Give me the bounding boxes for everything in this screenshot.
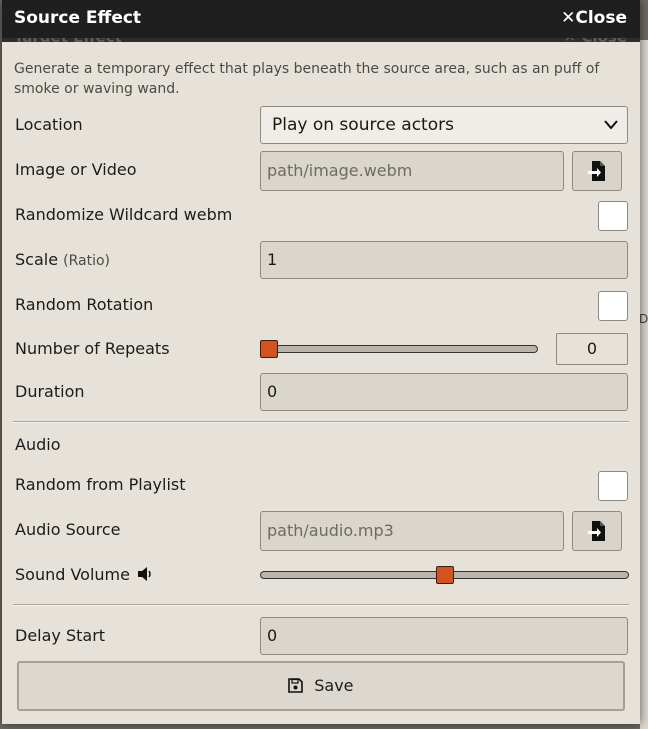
rotation-checkbox[interactable]: [598, 291, 628, 321]
image-file-picker-button[interactable]: [572, 151, 622, 191]
dialog-description: Generate a temporary effect that plays b…: [14, 61, 600, 97]
delay-input[interactable]: 0: [260, 617, 628, 655]
repeats-label: Number of Repeats: [15, 339, 170, 358]
close-button[interactable]: ✕Close: [561, 8, 627, 28]
volume-slider-thumb[interactable]: [435, 566, 454, 584]
section-divider: [13, 604, 629, 606]
rotation-label: Random Rotation: [15, 295, 154, 314]
audio-file-picker-button[interactable]: [572, 511, 622, 551]
scale-label: Scale (Ratio): [15, 250, 110, 269]
location-label: Location: [15, 115, 83, 134]
section-divider: [13, 421, 629, 423]
image-path-input[interactable]: path/image.webm: [260, 151, 564, 191]
dialog-titlebar: Source Effect ✕Close: [2, 0, 640, 38]
repeats-value: 0: [556, 333, 628, 365]
background-side-text: Da: [639, 312, 648, 326]
volume-icon: [134, 567, 154, 584]
save-icon: [288, 677, 308, 695]
audio-heading: Audio: [15, 435, 61, 454]
audio-path-input[interactable]: path/audio.mp3: [260, 511, 564, 551]
scale-input[interactable]: 1: [260, 241, 628, 279]
duration-label: Duration: [15, 382, 85, 401]
close-label: Close: [575, 8, 627, 28]
playlist-label: Random from Playlist: [15, 475, 186, 494]
location-select[interactable]: Play on source actors: [260, 106, 628, 144]
wildcard-label: Randomize Wildcard webm: [15, 205, 233, 224]
scale-label-text: Scale: [15, 250, 59, 269]
source-effect-dialog: Target Effect ✕ Close Source Effect ✕Clo…: [2, 0, 640, 724]
wildcard-checkbox[interactable]: [598, 201, 628, 231]
image-label: Image or Video: [15, 160, 137, 179]
save-label: Save: [314, 676, 354, 695]
close-icon: ✕: [561, 8, 576, 28]
file-import-icon: [587, 520, 607, 541]
delay-label: Delay Start: [15, 626, 106, 645]
repeats-slider-thumb[interactable]: [260, 340, 278, 358]
volume-label: Sound Volume: [15, 565, 154, 584]
playlist-checkbox[interactable]: [598, 471, 628, 501]
background-panel: Da: [639, 40, 648, 729]
dialog-title: Source Effect: [14, 8, 142, 28]
duration-input[interactable]: 0: [260, 373, 628, 411]
save-button[interactable]: Save: [17, 661, 625, 711]
volume-label-text: Sound Volume: [15, 565, 130, 584]
chevron-down-icon: [603, 107, 619, 156]
location-value: Play on source actors: [272, 115, 454, 135]
scale-unit-hint: (Ratio): [63, 253, 111, 269]
audio-source-label: Audio Source: [15, 520, 121, 539]
repeats-slider-track[interactable]: [260, 345, 538, 353]
file-import-icon: [587, 160, 607, 181]
